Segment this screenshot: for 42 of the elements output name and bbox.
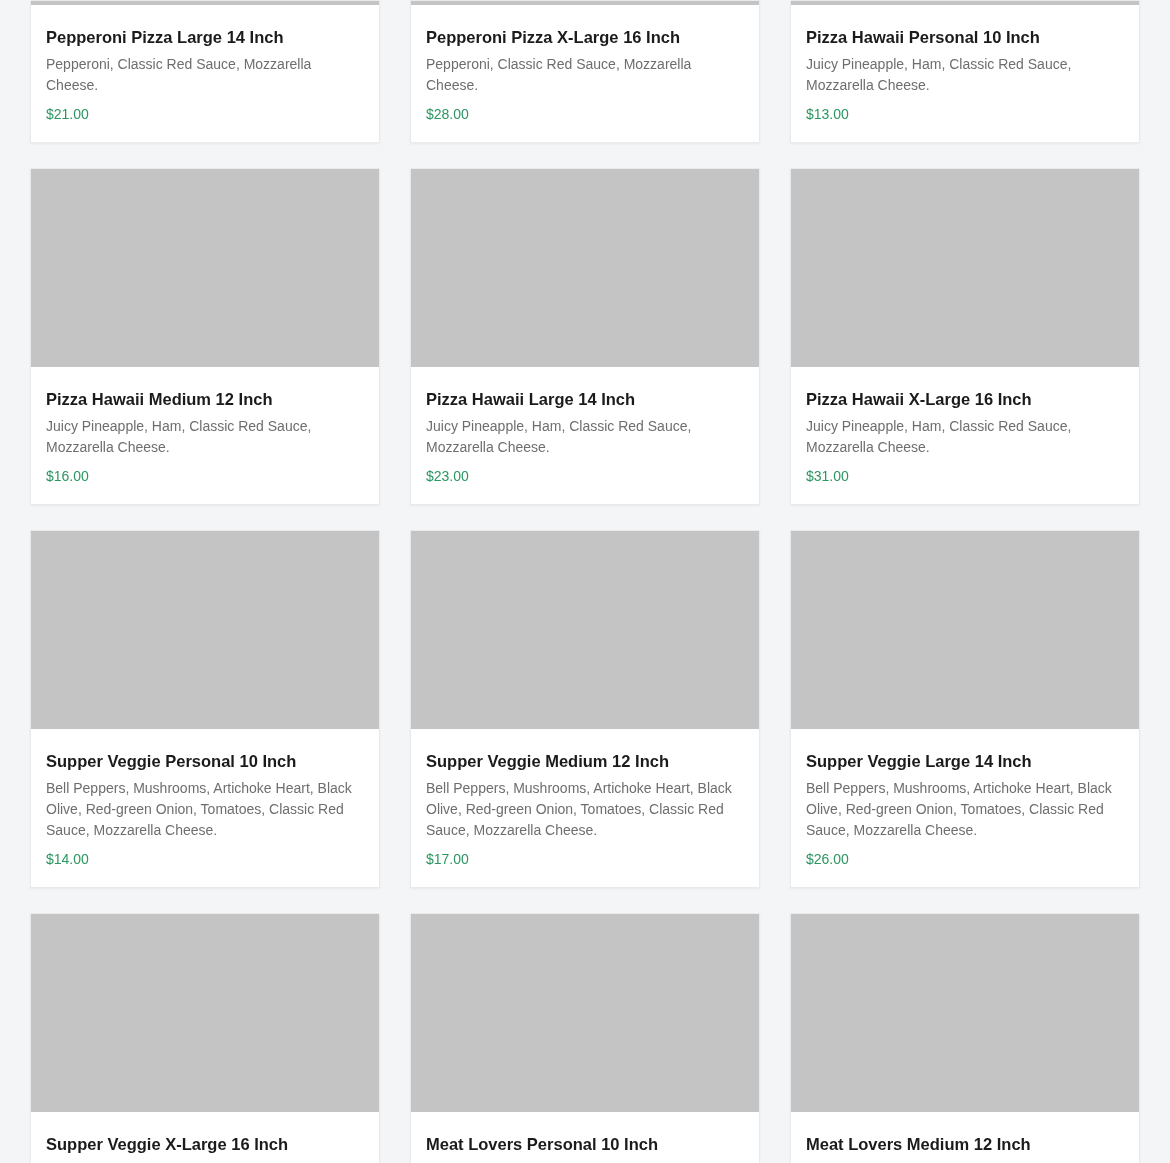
product-price: $26.00 xyxy=(806,850,850,869)
product-card[interactable]: Supper Veggie Personal 10 Inch Bell Peppers, Mushrooms, Artichoke Heart, Black Olive, Red-green Onion, Tomatoes, Classic Red Sauce, Mozzarella Cheese. $14.00 xyxy=(30,530,380,888)
product-description: Juicy Pineapple, Ham, Classic Red Sauce, Mozzarella Cheese. xyxy=(426,417,693,457)
product-card[interactable]: Pizza Hawaii X-Large 16 Inch Juicy Pineapple, Ham, Classic Red Sauce, Mozzarella Cheese. $31.00 xyxy=(790,168,1140,505)
product-title: Meat Lovers Personal 10 Inch xyxy=(426,1134,659,1155)
product-card[interactable]: Pizza Hawaii Large 14 Inch Juicy Pineapple, Ham, Classic Red Sauce, Mozzarella Cheese. $23.00 xyxy=(410,168,760,505)
product-price: $23.00 xyxy=(426,467,470,486)
product-card[interactable]: Meat Lovers Medium 12 Inch xyxy=(790,913,1140,1163)
product-description: Bell Peppers, Mushrooms, Artichoke Heart, Black Olive, Red-green Onion, Tomatoes, Classic Red Sauce, Mozzarella Cheese. xyxy=(46,779,353,840)
product-price: $28.00 xyxy=(426,105,470,124)
product-card[interactable]: Supper Veggie X-Large 16 Inch xyxy=(30,913,380,1163)
product-description: Pepperoni, Classic Red Sauce, Mozzarella Cheese. xyxy=(426,55,693,95)
product-card[interactable]: Supper Veggie Medium 12 Inch Bell Peppers, Mushrooms, Artichoke Heart, Black Olive, Red-green Onion, Tomatoes, Classic Red Sauce, Mozzarella Cheese. $17.00 xyxy=(410,530,760,888)
product-title: Supper Veggie Personal 10 Inch xyxy=(46,751,298,772)
product-price: $21.00 xyxy=(46,105,90,124)
product-title: Pizza Hawaii Personal 10 Inch xyxy=(806,27,1041,48)
product-title: Supper Veggie Medium 12 Inch xyxy=(426,751,670,772)
product-description: Juicy Pineapple, Ham, Classic Red Sauce, Mozzarella Cheese. xyxy=(806,55,1073,95)
product-card[interactable]: Supper Veggie Large 14 Inch Bell Peppers, Mushrooms, Artichoke Heart, Black Olive, Red-green Onion, Tomatoes, Classic Red Sauce, Mozzarella Cheese. $26.00 xyxy=(790,530,1140,888)
product-price: $17.00 xyxy=(426,850,470,869)
product-description: Bell Peppers, Mushrooms, Artichoke Heart, Black Olive, Red-green Onion, Tomatoes, Classic Red Sauce, Mozzarella Cheese. xyxy=(426,779,733,840)
product-price: $14.00 xyxy=(46,850,90,869)
product-description: Juicy Pineapple, Ham, Classic Red Sauce, Mozzarella Cheese. xyxy=(806,417,1073,457)
product-title: Pizza Hawaii Medium 12 Inch xyxy=(46,389,274,410)
product-price: $31.00 xyxy=(806,467,850,486)
product-title: Pizza Hawaii X-Large 16 Inch xyxy=(806,389,1033,410)
product-description: Bell Peppers, Mushrooms, Artichoke Heart, Black Olive, Red-green Onion, Tomatoes, Classic Red Sauce, Mozzarella Cheese. xyxy=(806,779,1113,840)
product-card[interactable]: Pizza Hawaii Personal 10 Inch Juicy Pineapple, Ham, Classic Red Sauce, Mozzarella Cheese. $13.00 xyxy=(790,0,1140,143)
product-description: Pepperoni, Classic Red Sauce, Mozzarella Cheese. xyxy=(46,55,313,95)
product-card[interactable]: Pepperoni Pizza X-Large 16 Inch Pepperoni, Classic Red Sauce, Mozzarella Cheese. $28.00 xyxy=(410,0,760,143)
product-price: $13.00 xyxy=(806,105,850,124)
product-title: Supper Veggie X-Large 16 Inch xyxy=(46,1134,290,1155)
product-title: Pizza Hawaii Large 14 Inch xyxy=(426,389,637,410)
product-price: $16.00 xyxy=(46,467,90,486)
product-title: Pepperoni Pizza Large 14 Inch xyxy=(46,27,285,48)
product-card[interactable]: Pizza Hawaii Medium 12 Inch Juicy Pineapple, Ham, Classic Red Sauce, Mozzarella Cheese. $16.00 xyxy=(30,168,380,505)
product-card[interactable]: Meat Lovers Personal 10 Inch xyxy=(410,913,760,1163)
product-card[interactable]: Pepperoni Pizza Large 14 Inch Pepperoni, Classic Red Sauce, Mozzarella Cheese. $21.00 xyxy=(30,0,380,143)
product-title: Meat Lovers Medium 12 Inch xyxy=(806,1134,1032,1155)
product-title: Pepperoni Pizza X-Large 16 Inch xyxy=(426,27,681,48)
product-description: Juicy Pineapple, Ham, Classic Red Sauce, Mozzarella Cheese. xyxy=(46,417,313,457)
product-title: Supper Veggie Large 14 Inch xyxy=(806,751,1033,772)
